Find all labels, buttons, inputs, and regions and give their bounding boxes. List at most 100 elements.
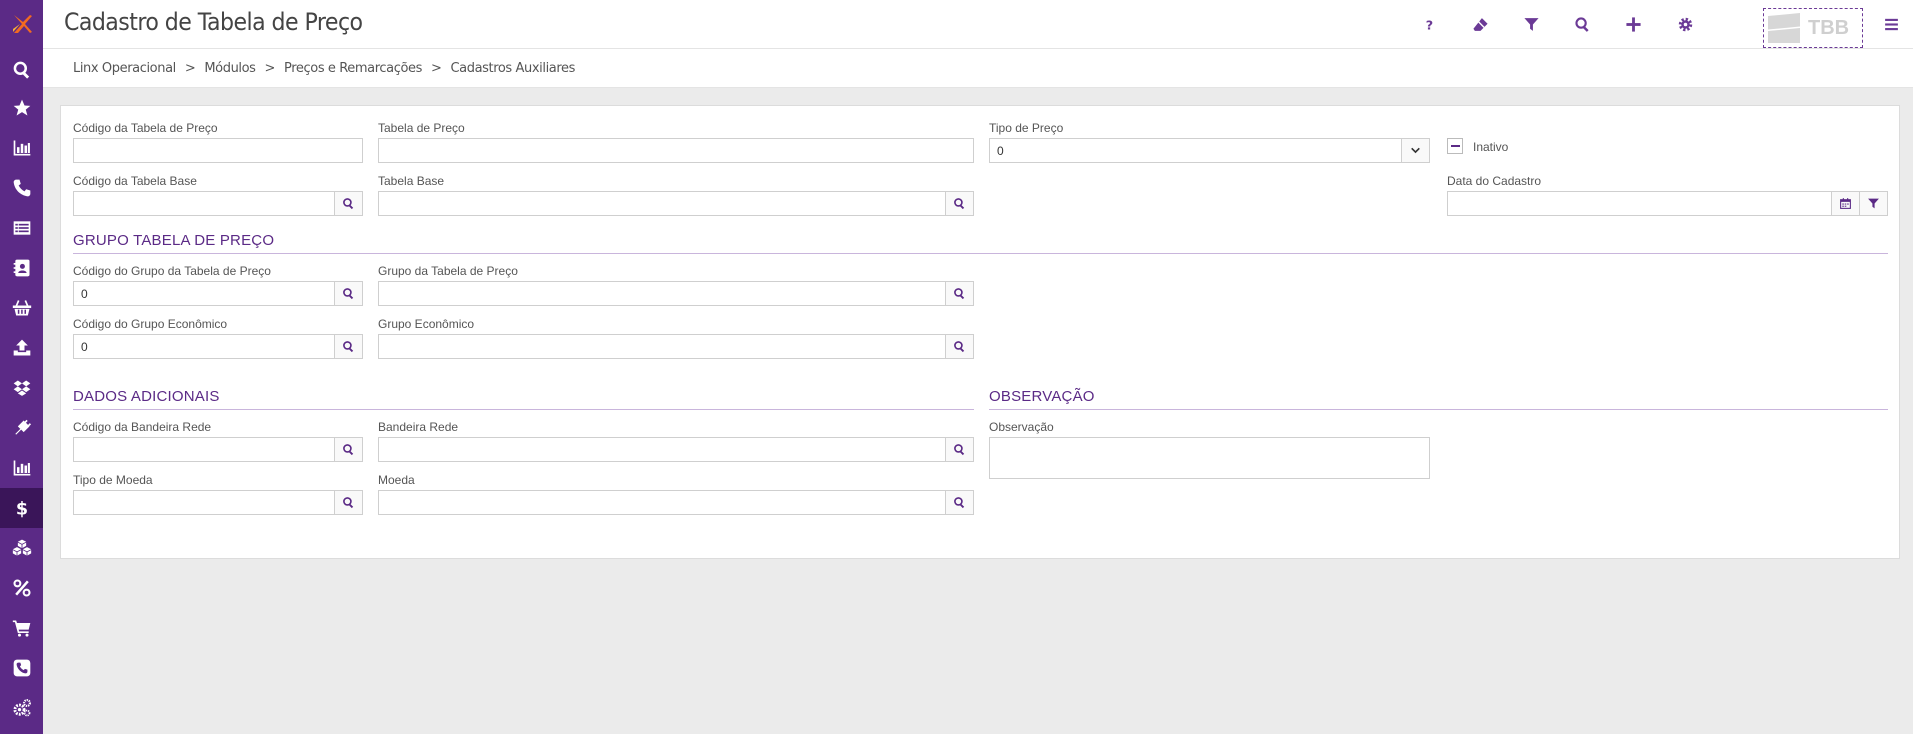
moeda-search-button[interactable] [945,490,974,515]
grupo-economico-label: Grupo Econômico [378,317,475,331]
bar-chart-icon [13,140,30,156]
codigo-tabela-input[interactable] [73,138,363,163]
settings-button[interactable] [1673,12,1697,36]
codigo-bandeira-input[interactable] [73,437,335,462]
eraser-icon [1472,17,1488,31]
cogs-icon [12,699,31,717]
sidebar-item-integrations[interactable] [0,408,43,448]
data-cadastro-calendar-button[interactable] [1831,191,1860,216]
codigo-grupo-economico-search-button[interactable] [334,334,363,359]
tipo-preco-select[interactable]: 0 [989,138,1430,163]
menu-button[interactable] [1879,12,1903,36]
tipo-moeda-input[interactable] [73,490,335,515]
tipo-preco-dropdown-button[interactable] [1401,138,1430,163]
bar-chart-icon [13,460,30,476]
tbb-logo-mark [1768,13,1800,43]
svg-text:?: ? [1425,18,1432,33]
clear-button[interactable] [1468,12,1492,36]
inativo-checkbox[interactable] [1447,138,1463,154]
bandeira-label: Bandeira Rede [378,420,459,434]
company-logo[interactable]: TBB [1763,8,1863,48]
sidebar-item-search[interactable] [0,50,43,90]
tabela-base-input[interactable] [378,191,946,216]
search-icon [954,288,965,300]
breadcrumb-item-cadastros-auxiliares[interactable]: Cadastros Auxiliares [450,61,575,76]
grupo-economico-search-button[interactable] [945,334,974,359]
linx-logo-icon [12,15,32,33]
linx-logo[interactable] [0,0,43,48]
sidebar-item-call-center[interactable] [0,648,43,688]
sidebar-item-phone[interactable] [0,168,43,208]
upload-icon [13,339,30,356]
tipo-preco-value: 0 [997,144,1004,158]
grupo-tabela-label: Grupo da Tabela de Preço [378,264,518,278]
codigo-tabela-base-search-button[interactable] [334,191,363,216]
observacao-textarea[interactable] [989,437,1430,479]
breadcrumb-separator: > [264,60,276,76]
sidebar-item-discounts[interactable] [0,568,43,608]
tipo-preco-label: Tipo de Preço [989,121,1064,135]
codigo-grupo-label: Código do Grupo da Tabela de Preço [73,264,271,278]
help-button[interactable]: ? [1417,12,1441,36]
search-icon [954,444,965,456]
moeda-input[interactable] [378,490,946,515]
sidebar-item-analytics[interactable] [0,448,43,488]
sidebar-item-settings[interactable] [0,688,43,728]
data-cadastro-filter-button[interactable] [1859,191,1888,216]
codigo-tabela-label: Código da Tabela de Preço [73,121,218,135]
tabela-base-search-button[interactable] [945,191,974,216]
sidebar-item-reports[interactable] [0,128,43,168]
grupo-tabela-search-button[interactable] [945,281,974,306]
codigo-grupo-economico-input[interactable] [73,334,335,359]
cubes-icon [12,539,31,556]
calendar-icon [1840,198,1851,209]
codigo-tabela-base-input[interactable] [73,191,335,216]
sidebar-item-upload[interactable] [0,328,43,368]
tabela-preco-input[interactable] [378,138,974,163]
codigo-grupo-input[interactable] [73,281,335,306]
search-button[interactable] [1570,12,1594,36]
contact-card-icon [13,259,29,277]
add-button[interactable] [1621,12,1645,36]
codigo-bandeira-label: Código da Bandeira Rede [73,420,212,434]
sidebar-item-list[interactable] [0,208,43,248]
filter-icon [1523,17,1539,31]
inativo-label: Inativo [1473,140,1509,154]
grupo-tabela-input[interactable] [378,281,946,306]
filter-icon [1868,198,1879,209]
add-icon [1625,16,1641,32]
sidebar-item-basket[interactable] [0,288,43,328]
help-icon: ? [1425,18,1432,33]
bandeira-search-button[interactable] [945,437,974,462]
breadcrumb-separator: > [184,60,196,76]
search-icon [343,444,354,456]
tipo-moeda-label: Tipo de Moeda [73,473,153,487]
top-bar: Cadastro de Tabela de Preço ? TBB [43,0,1913,49]
search-icon [954,198,965,210]
observacao-label: Observação [989,420,1054,434]
sidebar-item-stock[interactable] [0,528,43,568]
sidebar-item-contacts[interactable] [0,248,43,288]
section-divider [989,409,1888,410]
codigo-grupo-search-button[interactable] [334,281,363,306]
codigo-bandeira-search-button[interactable] [334,437,363,462]
tipo-moeda-search-button[interactable] [334,490,363,515]
dollar-icon: $ [15,500,27,518]
tbb-logo-text: TBB [1808,16,1850,39]
sidebar-item-dropbox[interactable] [0,368,43,408]
sidebar-item-favorites[interactable] [0,88,43,128]
search-icon [13,61,29,79]
tabela-preco-label: Tabela de Preço [378,121,465,135]
sidebar-item-sales[interactable] [0,608,43,648]
breadcrumb-separator: > [430,60,442,76]
plug-icon [14,419,31,435]
breadcrumb-item-precos[interactable]: Preços e Remarcações [284,61,422,76]
bandeira-input[interactable] [378,437,946,462]
data-cadastro-input[interactable] [1447,191,1832,216]
grupo-economico-input[interactable] [378,334,946,359]
sidebar-item-prices[interactable]: $ [0,488,43,528]
search-icon [343,497,354,509]
breadcrumb-item-modulos[interactable]: Módulos [204,61,256,76]
breadcrumb-item-linx-operacional[interactable]: Linx Operacional [73,61,176,76]
filter-button[interactable] [1519,12,1543,36]
